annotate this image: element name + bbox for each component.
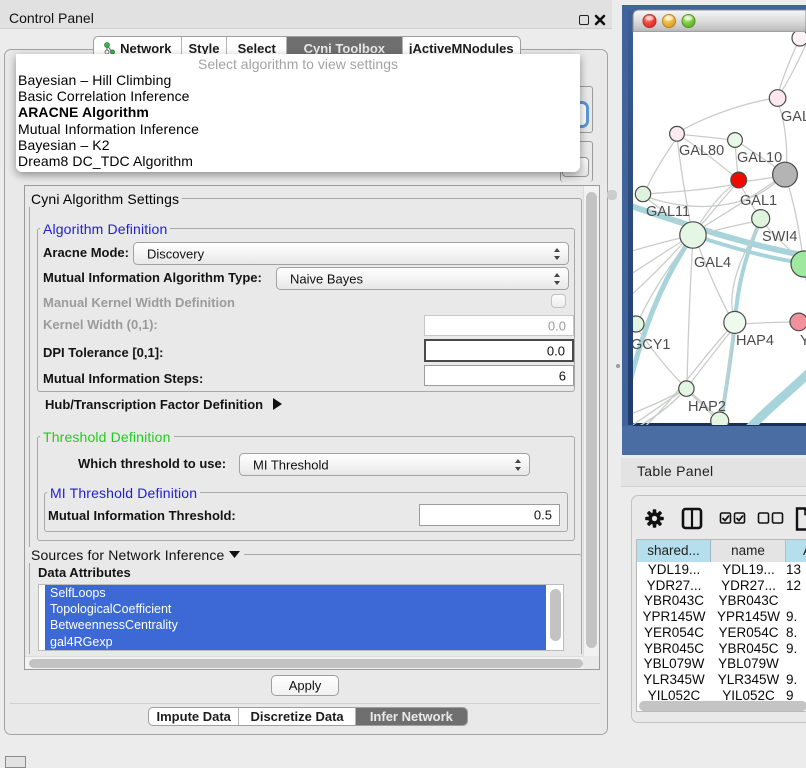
svg-text:GAL4: GAL4: [694, 255, 731, 271]
svg-text:GAL2: GAL2: [781, 109, 806, 125]
svg-text:GAL1: GAL1: [740, 193, 777, 209]
svg-text:YP: YP: [800, 333, 806, 349]
svg-text:HAP4: HAP4: [736, 333, 774, 349]
svg-text:GCY1: GCY1: [631, 337, 671, 353]
svg-text:SWI4: SWI4: [762, 229, 797, 245]
svg-text:GAL10: GAL10: [737, 150, 782, 166]
svg-text:HAP2: HAP2: [688, 399, 726, 415]
svg-text:GAL11: GAL11: [646, 204, 690, 220]
svg-text:GAL80: GAL80: [679, 143, 724, 159]
